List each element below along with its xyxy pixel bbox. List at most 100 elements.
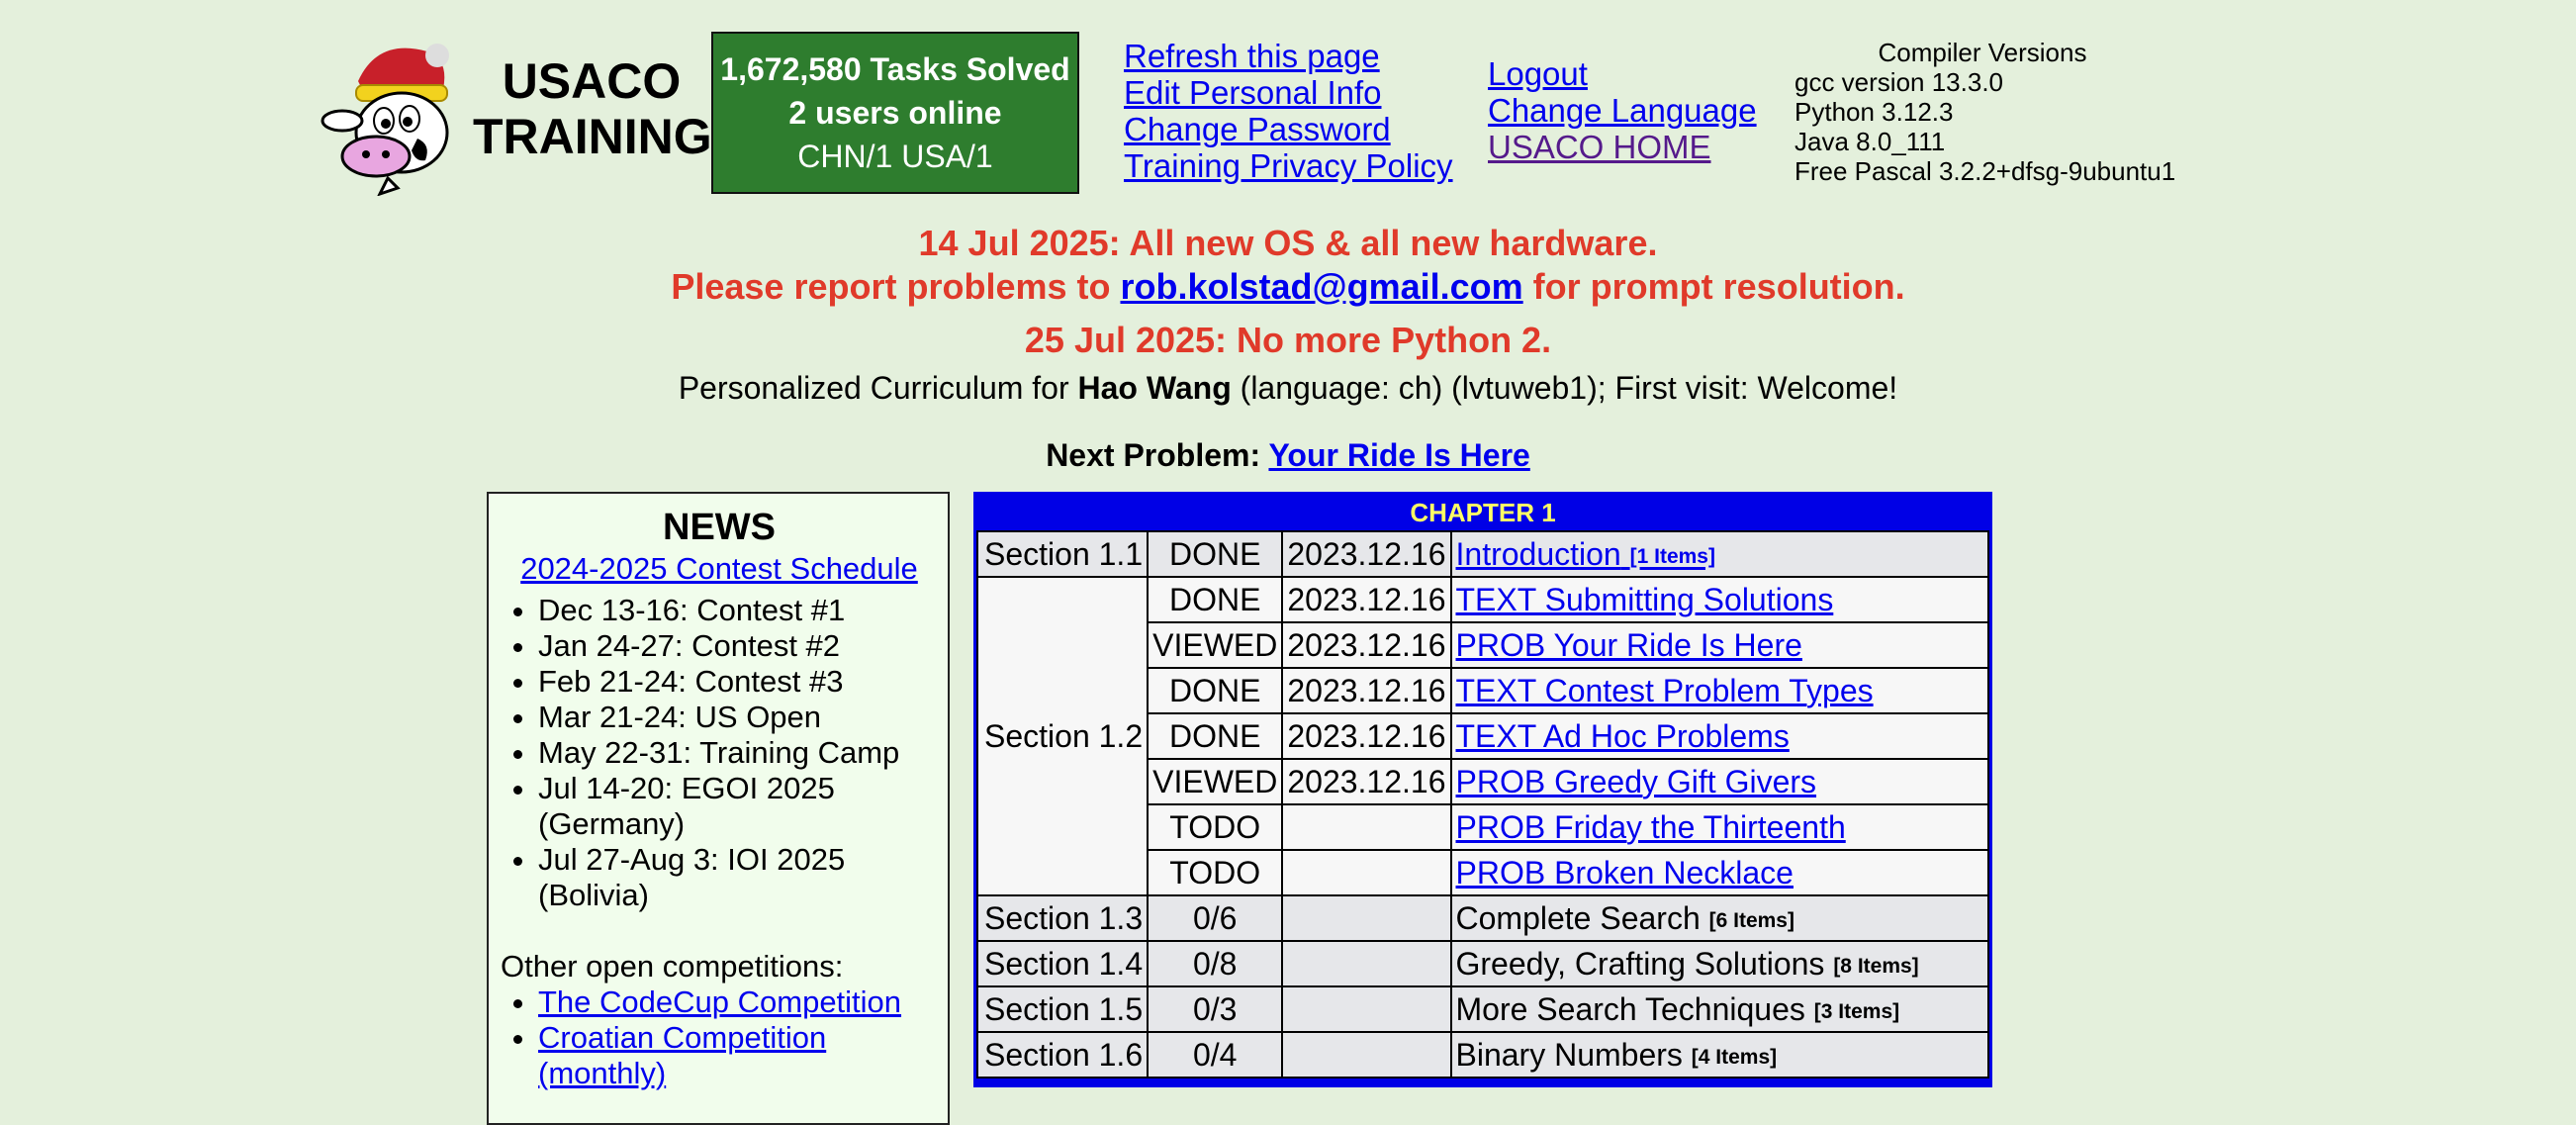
title-line-1: USACO	[502, 53, 682, 109]
date-cell: 2023.12.16	[1281, 667, 1452, 714]
status-cell: TODO	[1147, 803, 1284, 851]
status-cell: 0/3	[1147, 985, 1284, 1033]
refresh-page-link[interactable]: Refresh this page	[1124, 38, 1453, 74]
news-item: Jul 14-20: EGOI 2025 (Germany)	[538, 771, 938, 842]
edit-personal-info-link[interactable]: Edit Personal Info	[1124, 74, 1453, 111]
date-cell: 2023.12.16	[1281, 758, 1452, 805]
other-competitions-heading: Other open competitions:	[501, 949, 844, 984]
change-password-link[interactable]: Change Password	[1124, 111, 1453, 147]
compiler-versions: Compiler Versions gcc version 13.3.0 Pyt…	[1794, 38, 2175, 186]
date-cell: 2023.12.16	[1281, 576, 1452, 623]
lesson-link[interactable]: TEXT Ad Hoc Problems	[1456, 718, 1790, 754]
lesson-link[interactable]: PROB Greedy Gift Givers	[1456, 764, 1817, 799]
status-cell: DONE	[1147, 712, 1284, 760]
title-cell: PROB Friday the Thirteenth	[1449, 803, 1989, 851]
user-name: Hao Wang	[1077, 370, 1232, 406]
logout-link[interactable]: Logout	[1488, 55, 1757, 92]
date-cell: 2023.12.16	[1281, 621, 1452, 669]
title-cell: Greedy, Crafting Solutions [8 Items]	[1449, 940, 1989, 987]
usaco-training-title: USACO TRAINING	[473, 53, 712, 164]
lesson-link[interactable]: TEXT Contest Problem Types	[1456, 673, 1874, 708]
items-count: [3 Items]	[1813, 999, 1900, 1023]
lesson-link[interactable]: PROB Friday the Thirteenth	[1456, 809, 1846, 845]
compiler-python: Python 3.12.3	[1794, 97, 1954, 127]
status-cell: TODO	[1147, 849, 1284, 896]
usaco-home-link[interactable]: USACO HOME	[1488, 129, 1757, 165]
users-by-country: CHN/1 USA/1	[797, 139, 993, 174]
items-count: [6 Items]	[1708, 908, 1794, 932]
section-label: Section 1.2	[975, 576, 1150, 896]
section-label: Section 1.5	[975, 985, 1150, 1033]
tasks-solved-count: 1,672,580 Tasks Solved	[720, 51, 1070, 87]
title-cell: PROB Greedy Gift Givers	[1449, 758, 1989, 805]
status-cell: DONE	[1147, 530, 1284, 578]
section-label: Section 1.4	[975, 940, 1150, 987]
section-title: Greedy, Crafting Solutions	[1455, 945, 1825, 982]
news-item: Feb 21-24: Contest #3	[538, 664, 938, 700]
date-cell	[1281, 849, 1452, 896]
announcement-report-problems: Please report problems to rob.kolstad@gm…	[0, 265, 2576, 309]
table-row: Section 1.1 DONE 2023.12.16 Introduction…	[975, 530, 1989, 578]
status-cell: 0/8	[1147, 940, 1284, 987]
chapter-title: CHAPTER 1	[976, 495, 1989, 530]
title-line-2: TRAINING	[473, 109, 712, 164]
news-item: Jul 27-Aug 3: IOI 2025 (Bolivia)	[538, 842, 938, 913]
title-cell: TEXT Ad Hoc Problems	[1449, 712, 1989, 760]
news-item: Jan 24-27: Contest #2	[538, 628, 938, 664]
codecup-link[interactable]: The CodeCup Competition	[538, 984, 901, 1019]
introduction-link[interactable]: Introduction [1 Items]	[1456, 536, 1715, 572]
news-heading: NEWS	[663, 507, 776, 548]
news-panel: NEWS 2024-2025 Contest Schedule Dec 13-1…	[487, 492, 950, 1125]
next-problem: Next Problem: Your Ride Is Here	[0, 433, 2576, 477]
other-competition-item: Croatian Competition (monthly)	[538, 1020, 938, 1091]
curriculum-post: (language: ch) (lvtuweb1); First visit: …	[1231, 370, 1898, 406]
status-cell: VIEWED	[1147, 621, 1284, 669]
news-item: May 22-31: Training Camp	[538, 735, 938, 771]
site-stats-box: 1,672,580 Tasks Solved 2 users online CH…	[711, 32, 1079, 194]
lesson-link[interactable]: PROB Broken Necklace	[1456, 855, 1794, 891]
compiler-java: Java 8.0_111	[1794, 127, 1946, 156]
users-online-count: 2 users online	[788, 95, 1002, 131]
lesson-link[interactable]: PROB Your Ride Is Here	[1456, 627, 1802, 663]
report-text-pre: Please report problems to	[671, 266, 1121, 307]
change-language-link[interactable]: Change Language	[1488, 92, 1757, 129]
table-row: Section 1.6 0/4 Binary Numbers [4 Items]	[975, 1031, 1989, 1078]
lesson-link[interactable]: TEXT Submitting Solutions	[1456, 582, 1834, 617]
section-label: Section 1.1	[975, 530, 1150, 578]
title-cell: More Search Techniques [3 Items]	[1449, 985, 1989, 1033]
date-cell	[1281, 1031, 1452, 1078]
other-competition-item: The CodeCup Competition	[538, 984, 938, 1020]
date-cell: 2023.12.16	[1281, 530, 1452, 578]
items-count: [1 Items]	[1629, 544, 1715, 568]
table-row: Section 1.5 0/3 More Search Techniques […	[975, 985, 1989, 1033]
section-label: Section 1.3	[975, 894, 1150, 942]
items-count: [8 Items]	[1833, 954, 1919, 978]
report-email-link[interactable]: rob.kolstad@gmail.com	[1120, 266, 1522, 307]
news-item: Dec 13-16: Contest #1	[538, 593, 938, 628]
status-cell: VIEWED	[1147, 758, 1284, 805]
compiler-pascal: Free Pascal 3.2.2+dfsg-9ubuntu1	[1794, 156, 2176, 186]
section-title: Binary Numbers	[1455, 1036, 1683, 1073]
section-title: Complete Search	[1455, 899, 1701, 936]
chapter-1-table: CHAPTER 1 Section 1.1 DONE 2023.12.16 In…	[973, 492, 1992, 1087]
next-problem-link[interactable]: Your Ride Is Here	[1268, 437, 1529, 473]
items-count: [4 Items]	[1691, 1045, 1778, 1069]
date-cell	[1281, 985, 1452, 1033]
status-cell: DONE	[1147, 576, 1284, 623]
table-row: Section 1.3 0/6 Complete Search [6 Items…	[975, 894, 1989, 942]
announcement-no-python2: 25 Jul 2025: No more Python 2.	[1024, 320, 1552, 360]
training-privacy-policy-link[interactable]: Training Privacy Policy	[1124, 147, 1453, 184]
title-cell: TEXT Contest Problem Types	[1449, 667, 1989, 714]
other-competitions-list: The CodeCup Competition Croatian Competi…	[501, 984, 938, 1091]
contest-schedule-link[interactable]: 2024-2025 Contest Schedule	[501, 551, 938, 587]
chapter-bottom-border	[976, 1078, 1989, 1084]
compiler-gcc: gcc version 13.3.0	[1794, 67, 2004, 97]
curriculum-line: Personalized Curriculum for Hao Wang (la…	[0, 366, 2576, 410]
news-item: Mar 21-24: US Open	[538, 700, 938, 735]
date-cell	[1281, 940, 1452, 987]
curriculum-pre: Personalized Curriculum for	[678, 370, 1078, 406]
title-cell: PROB Broken Necklace	[1449, 849, 1989, 896]
status-cell: 0/6	[1147, 894, 1284, 942]
title-cell: Binary Numbers [4 Items]	[1449, 1031, 1989, 1078]
croatian-competition-link[interactable]: Croatian Competition (monthly)	[538, 1020, 826, 1090]
